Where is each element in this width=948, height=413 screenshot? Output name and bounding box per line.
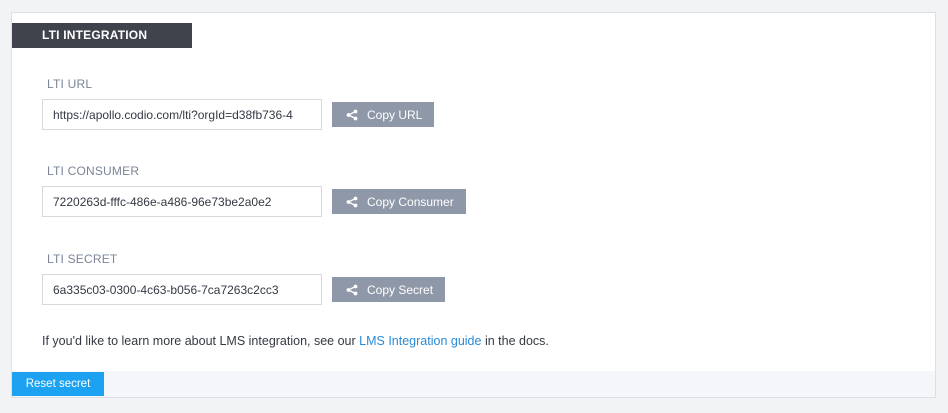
- lti-url-label: LTI URL: [47, 77, 93, 91]
- lti-integration-panel: LTI INTEGRATION LTI URL Copy URL LTI CON…: [11, 12, 936, 398]
- lti-consumer-label: LTI CONSUMER: [47, 164, 140, 178]
- copy-secret-label: Copy Secret: [367, 282, 434, 297]
- share-icon: [346, 284, 358, 296]
- panel-footer: [12, 371, 935, 397]
- share-icon: [346, 196, 358, 208]
- lms-integration-guide-link[interactable]: LMS Integration guide: [359, 334, 481, 348]
- lti-secret-field[interactable]: [42, 274, 322, 305]
- lms-info-text: If you'd like to learn more about LMS in…: [42, 334, 549, 348]
- lti-url-field[interactable]: [42, 99, 322, 130]
- copy-url-label: Copy URL: [367, 107, 423, 122]
- section-title: LTI INTEGRATION: [12, 23, 192, 48]
- copy-secret-button[interactable]: Copy Secret: [332, 277, 446, 302]
- copy-consumer-button[interactable]: Copy Consumer: [332, 189, 466, 214]
- reset-secret-button[interactable]: Reset secret: [12, 372, 104, 396]
- copy-url-button[interactable]: Copy URL: [332, 102, 435, 127]
- info-suffix: in the docs.: [481, 334, 549, 348]
- lti-secret-label: LTI SECRET: [47, 252, 118, 266]
- copy-consumer-label: Copy Consumer: [367, 194, 454, 209]
- lti-consumer-field[interactable]: [42, 186, 322, 217]
- info-prefix: If you'd like to learn more about LMS in…: [42, 334, 360, 348]
- share-icon: [346, 109, 358, 121]
